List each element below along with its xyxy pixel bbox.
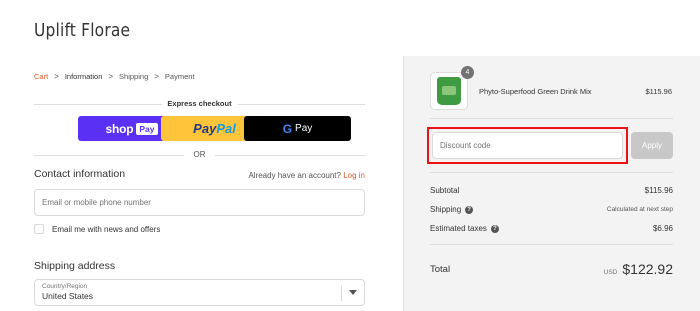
contact-heading: Contact information — [34, 168, 126, 180]
shipping-row: Shipping ? Calculated at next step — [430, 205, 673, 214]
apply-discount-button[interactable]: Apply — [631, 132, 673, 159]
subtotal-label: Subtotal — [430, 186, 460, 195]
newsletter-option: Email me with news and offers — [34, 224, 160, 234]
account-prompt: Already have an account? Log in — [248, 171, 365, 180]
discount-code-placeholder: Discount code — [440, 141, 491, 150]
country-value: United States — [42, 291, 94, 301]
email-or-phone-input[interactable]: Email or mobile phone number — [34, 189, 365, 216]
account-prompt-text: Already have an account? — [248, 171, 341, 180]
divider — [430, 244, 673, 245]
currency-code: USD — [603, 269, 618, 276]
taxes-row: Estimated taxes ? $6.96 — [430, 224, 673, 233]
breadcrumb-separator: > — [54, 72, 59, 81]
subtotal-row: Subtotal $115.96 — [430, 186, 673, 195]
store-title: Uplift Florae — [34, 20, 131, 41]
breadcrumb: Cart > Information > Shipping > Payment — [34, 72, 195, 81]
chevron-down-icon — [349, 290, 357, 295]
total-amount: $122.92 — [622, 261, 673, 277]
shop-pay-logo-box: Pay — [136, 122, 158, 135]
total-row: Total USD $122.92 — [430, 261, 673, 277]
breadcrumb-separator: > — [108, 72, 114, 81]
discount-code-input[interactable]: Discount code — [432, 132, 623, 159]
newsletter-checkbox[interactable] — [34, 224, 44, 234]
breadcrumb-separator: > — [154, 72, 159, 81]
shipping-value: Calculated at next step — [606, 206, 673, 213]
product-package-image — [437, 77, 461, 105]
country-label: Country/Region — [42, 283, 88, 290]
question-icon[interactable]: ? — [465, 205, 474, 214]
google-pay-button[interactable]: G Pay — [244, 116, 351, 141]
taxes-value: $6.96 — [652, 224, 673, 233]
quantity-badge: 4 — [461, 66, 474, 79]
email-or-phone-placeholder: Email or mobile phone number — [42, 198, 151, 207]
shop-pay-logo-text: shop — [105, 121, 134, 136]
breadcrumb-payment: Payment — [164, 72, 195, 81]
select-divider — [341, 286, 342, 301]
country-select[interactable]: Country/Region United States — [34, 279, 365, 306]
breadcrumb-information: Information — [64, 72, 103, 81]
subtotal-value: $115.96 — [644, 186, 673, 195]
product-name: Phyto-Superfood Green Drink Mix — [479, 87, 592, 96]
total-label: Total — [430, 263, 451, 275]
shipping-address-heading: Shipping address — [34, 260, 116, 272]
product-thumbnail — [430, 72, 468, 110]
divider — [430, 172, 673, 173]
shipping-label: Shipping — [430, 205, 462, 214]
newsletter-label[interactable]: Email me with news and offers — [52, 225, 160, 234]
breadcrumb-cart-link[interactable]: Cart — [34, 72, 48, 81]
breadcrumb-shipping: Shipping — [119, 72, 149, 81]
or-separator: OR — [193, 150, 206, 159]
taxes-label: Estimated taxes — [430, 224, 487, 233]
divider — [430, 118, 673, 119]
product-price: $115.96 — [645, 87, 672, 96]
order-summary-panel: 4 Phyto-Superfood Green Drink Mix $115.9… — [403, 56, 700, 311]
google-pay-text: Pay — [295, 123, 313, 134]
paypal-logo-pal: Pal — [216, 121, 236, 136]
express-checkout-label: Express checkout — [167, 99, 232, 108]
google-g-icon: G — [282, 121, 293, 136]
login-link[interactable]: Log in — [343, 171, 365, 180]
question-icon[interactable]: ? — [490, 224, 499, 233]
paypal-logo-pay: Pay — [193, 121, 217, 136]
